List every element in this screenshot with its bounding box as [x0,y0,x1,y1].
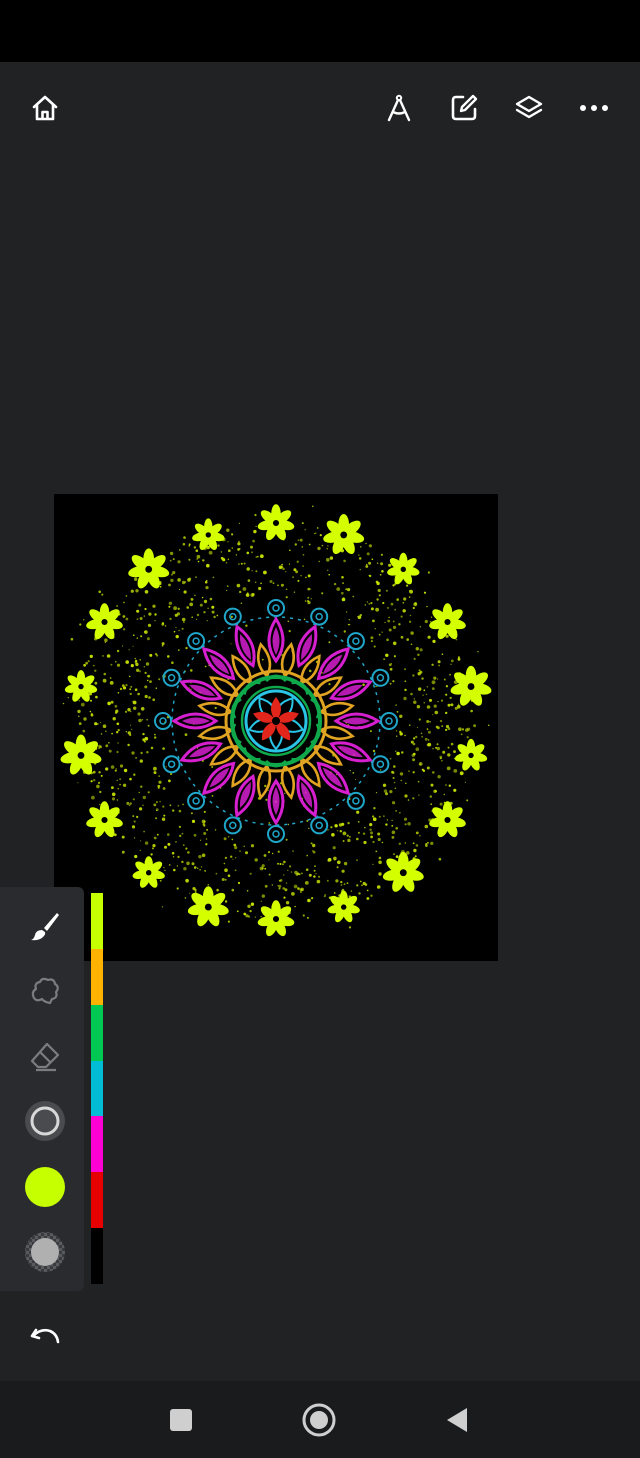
brush-tool[interactable] [16,897,74,955]
more-button[interactable] [570,84,618,132]
home-icon [32,95,58,121]
palette-swatch-7[interactable] [91,1228,103,1285]
opacity-button[interactable] [16,1223,74,1281]
flower [450,665,492,706]
flower [257,504,295,541]
layers-button[interactable] [505,84,553,132]
palette-swatch-6[interactable] [91,1172,103,1229]
system-home-button[interactable] [294,1395,344,1445]
smudge-icon [31,977,59,1005]
home-button[interactable] [21,84,69,132]
flower [86,801,123,838]
flower [187,886,229,927]
flower [327,890,360,923]
active-color-icon [25,1167,65,1207]
back-icon [447,1408,467,1432]
compass-icon [387,94,411,122]
undo-icon [30,1328,60,1344]
edit-icon [451,94,478,121]
eraser-icon [30,1042,60,1072]
recents-icon [170,1409,192,1431]
flower [257,900,295,937]
brush-icon [31,913,59,941]
flower [128,548,170,589]
palette-swatch-1[interactable] [91,893,103,949]
color-palette [91,893,103,1285]
system-nav-bar [0,1381,640,1458]
eraser-tool[interactable] [16,1027,74,1085]
edit-button[interactable] [440,84,488,132]
brush-size-icon [25,1101,65,1141]
flower [132,856,165,888]
tool-panel [0,887,84,1291]
palette-swatch-3[interactable] [91,1004,103,1061]
palette-swatch-4[interactable] [91,1060,103,1117]
flower [64,670,98,702]
undo-button[interactable] [22,1312,70,1360]
flower [429,801,466,838]
home-circle-icon [302,1403,336,1437]
palette-swatch-5[interactable] [91,1116,103,1173]
flower [382,851,424,892]
smudge-tool[interactable] [16,962,74,1020]
layers-icon [515,95,543,119]
palette-swatch-2[interactable] [91,948,103,1005]
recents-button[interactable] [156,1395,206,1445]
flower [454,738,488,771]
drawing-canvas[interactable] [54,494,498,961]
flower [86,603,123,640]
mandala-artwork [60,504,492,937]
opacity-icon [25,1232,65,1272]
brush-size-button[interactable] [16,1092,74,1150]
status-bar [0,0,640,62]
more-icon [580,105,608,111]
flower [387,552,420,585]
flower [60,734,102,775]
drawing-app [0,0,640,1458]
guides-button[interactable] [375,84,423,132]
back-button[interactable] [432,1395,482,1445]
color-picker-button[interactable] [16,1158,74,1216]
